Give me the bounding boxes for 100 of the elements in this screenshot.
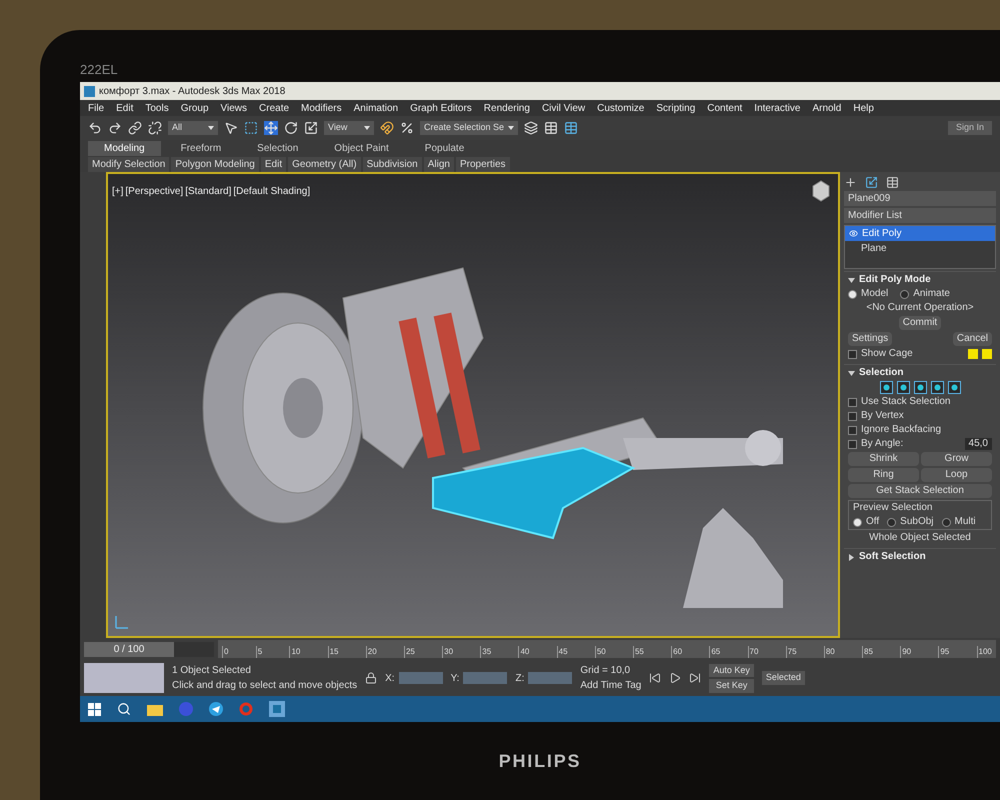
menu-item[interactable]: Group <box>180 100 209 116</box>
coordinate-field[interactable] <box>463 672 508 684</box>
modifier-stack-item[interactable]: Edit Poly <box>845 226 995 241</box>
checkbox[interactable] <box>848 412 857 420</box>
viewport-label[interactable]: [Standard] <box>185 184 232 198</box>
ribbon-panel-button[interactable]: Align <box>424 156 454 172</box>
panel-button[interactable]: Get Stack Selection <box>848 484 992 498</box>
ribbon-tab[interactable]: Modeling <box>88 140 161 156</box>
menu-item[interactable]: Scripting <box>656 100 696 116</box>
polygon-mode-icon[interactable] <box>930 381 944 394</box>
radio-button[interactable] <box>900 290 910 298</box>
percent-icon <box>400 121 414 135</box>
panel-button[interactable]: Settings <box>848 332 892 346</box>
move-icon <box>264 121 278 135</box>
menu-item[interactable]: Graph Editors <box>410 100 472 116</box>
radio-label: Multi <box>954 516 976 528</box>
menu-item[interactable]: Civil View <box>542 100 586 116</box>
modifier-stack-item[interactable]: Plane <box>845 241 995 256</box>
timeline-tick-label: 25 <box>404 646 415 658</box>
menu-item[interactable]: Interactive <box>754 100 800 116</box>
panel-button[interactable]: Grow <box>921 452 992 466</box>
reference-coordinate-dropdown[interactable]: View <box>324 121 374 135</box>
checkbox[interactable] <box>848 426 857 434</box>
viewport-label[interactable]: [+] <box>112 184 124 198</box>
rollout-title[interactable]: Edit Poly Mode <box>859 274 931 286</box>
coordinate-field[interactable] <box>528 672 572 684</box>
panel-button[interactable]: Commit <box>898 316 942 330</box>
radio-label: Model <box>861 288 888 300</box>
menu-item[interactable]: Views <box>220 100 248 116</box>
panel-button[interactable]: Shrink <box>848 452 919 466</box>
timeline-tick-label: 45 <box>556 646 568 658</box>
panel-button[interactable]: Cancel <box>952 332 992 346</box>
ribbon-panel-button[interactable]: Subdivision <box>362 156 422 172</box>
menu-item[interactable]: Animation <box>354 100 398 116</box>
set-key-button[interactable]: Set Key <box>709 679 754 692</box>
ribbon-panel-button[interactable]: Modify Selection <box>88 156 170 172</box>
ribbon-panel-button[interactable]: Properties <box>456 156 510 172</box>
vertex-mode-icon[interactable] <box>880 381 892 394</box>
cage-color-swatch[interactable] <box>982 349 992 359</box>
timeline-tick-label: 90 <box>900 646 912 658</box>
add-time-tag-button[interactable]: Add Time Tag <box>580 678 642 693</box>
checkbox[interactable] <box>848 398 857 406</box>
radio-button[interactable] <box>887 518 896 526</box>
menu-item[interactable]: Create <box>259 100 290 116</box>
ribbon-tab[interactable]: Freeform <box>164 140 238 156</box>
operation-text: <No Current Operation> <box>865 302 975 314</box>
element-mode-icon[interactable] <box>948 381 960 394</box>
viewport-label[interactable]: [Perspective] <box>125 184 184 198</box>
radio-button[interactable] <box>853 518 862 526</box>
angle-field[interactable]: 45,0 <box>964 438 992 450</box>
windows-start-icon[interactable] <box>88 702 101 716</box>
time-slider-thumb[interactable]: 0 / 100 <box>84 642 174 656</box>
layers-icon <box>524 121 538 135</box>
modifier-list-dropdown[interactable]: Modifier List <box>844 208 996 223</box>
radio-button[interactable] <box>848 290 857 298</box>
rollout-title[interactable]: Selection <box>859 367 904 379</box>
expand-triangle-icon[interactable] <box>848 554 855 560</box>
selection-count-text: 1 Object Selected <box>172 664 252 678</box>
menu-item[interactable]: Customize <box>597 100 644 116</box>
menu-item[interactable]: Tools <box>145 100 169 116</box>
coordinate-field[interactable] <box>398 672 443 684</box>
ribbon-panel-button[interactable]: Edit <box>260 156 286 172</box>
radio-button[interactable] <box>942 518 951 526</box>
viewport-label[interactable]: [Default Shading] <box>233 184 310 198</box>
ribbon-tab[interactable]: Selection <box>241 140 314 156</box>
folder-icon[interactable] <box>147 702 163 716</box>
checkbox[interactable] <box>848 350 857 358</box>
menu-item[interactable]: Help <box>853 100 874 116</box>
menu-item[interactable]: Arnold <box>812 100 842 116</box>
eye-icon <box>849 229 858 238</box>
panel-button[interactable]: Ring <box>848 468 919 482</box>
cage-color-swatch[interactable] <box>968 349 978 359</box>
object-name-field[interactable]: Plane009 <box>844 191 996 206</box>
panel-button[interactable]: Loop <box>921 468 992 482</box>
ribbon-panel-button[interactable]: Polygon Modeling <box>171 156 259 172</box>
sign-in-field[interactable]: Sign In <box>948 121 992 135</box>
rollout-title[interactable]: Soft Selection <box>859 551 926 563</box>
edge-mode-icon[interactable] <box>896 381 910 394</box>
collapse-triangle-icon[interactable] <box>848 370 855 376</box>
ribbon-tab[interactable]: Populate <box>408 140 480 156</box>
group-title: Preview Selection <box>853 502 934 514</box>
named-selection-dropdown[interactable]: Create Selection Se <box>420 121 518 135</box>
monitor-brand-logo: PHILIPS <box>498 750 582 772</box>
menu-item[interactable]: File <box>88 100 104 116</box>
collapse-triangle-icon[interactable] <box>848 276 855 284</box>
menu-item[interactable]: Content <box>707 100 742 116</box>
menu-item[interactable]: Rendering <box>484 100 530 116</box>
ribbon-tab[interactable]: Object Paint <box>318 140 405 156</box>
ribbon-panel-button[interactable]: Geometry (All) <box>288 156 361 172</box>
key-filter-dropdown[interactable]: Selected <box>762 671 805 685</box>
menu-item[interactable]: Modifiers <box>301 100 342 116</box>
viewport[interactable]: [+] [Perspective] [Standard] [Default Shading] <box>106 172 840 638</box>
checkbox[interactable] <box>848 440 857 448</box>
menu-item[interactable]: Edit <box>116 100 134 116</box>
border-mode-icon[interactable] <box>914 381 926 394</box>
selection-filter-dropdown[interactable]: All <box>168 121 218 135</box>
prompt-text: Click and drag to select and move objects <box>172 679 358 693</box>
auto-key-button[interactable]: Auto Key <box>709 664 754 677</box>
paper-plane-icon[interactable] <box>209 702 223 716</box>
create-plus-icon <box>844 176 857 189</box>
